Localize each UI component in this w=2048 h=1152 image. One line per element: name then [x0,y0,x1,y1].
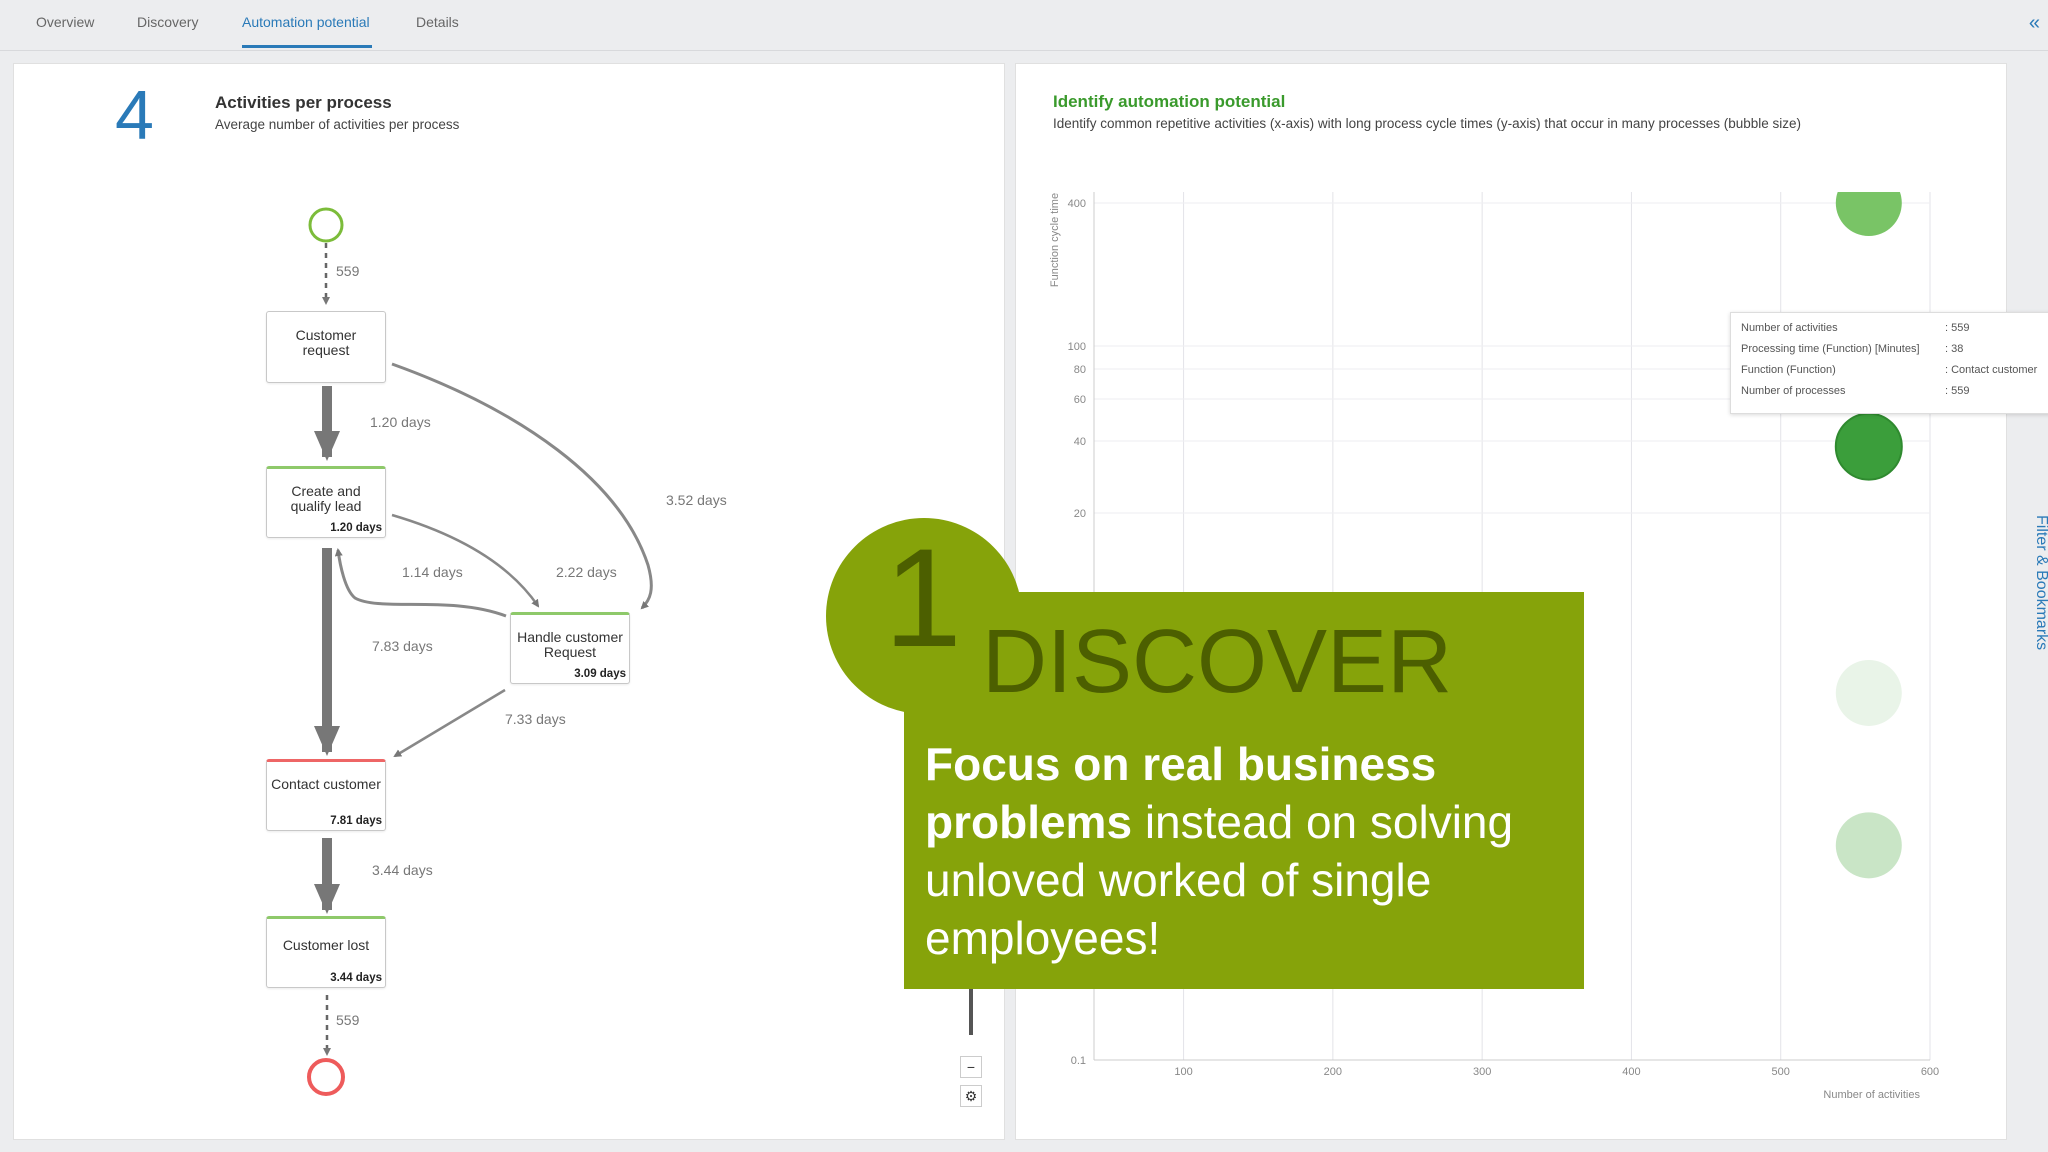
tooltip-label: Function (Function) [1741,364,1836,376]
chart-tooltip: Number of activities : 559 Processing ti… [1730,312,2048,414]
bubble-point [1835,659,1902,726]
tooltip-row: Number of processes : 559 [1741,385,2045,401]
y-tick-label: 20 [1074,508,1086,520]
tooltip-label: Number of activities [1741,322,1838,334]
tooltip-label: Number of processes [1741,385,1846,397]
tooltip-row: Function (Function) : Contact customer [1741,364,2045,380]
y-tick-label: 40 [1074,436,1086,448]
x-axis-title: Number of activities [1823,1089,1920,1101]
tooltip-label: Processing time (Function) [Minutes] [1741,343,1920,355]
filter-bookmarks-tab[interactable]: Filter & Bookmarks [2020,515,2048,675]
y-tick-label: 100 [1068,341,1086,353]
y-tick-label: 60 [1074,394,1086,406]
overlay-heading: DISCOVER [982,612,1453,712]
tooltip-value: : 559 [1945,322,1970,334]
tooltip-value: : Contact customer [1945,364,2038,376]
x-tick-label: 100 [1174,1066,1192,1078]
tooltip-value: : 38 [1945,343,1964,355]
bubble-point [1834,412,1903,481]
bubble-point [1835,192,1902,236]
y-axis-title: Function cycle time [1049,193,1061,287]
tooltip-row: Number of activities : 559 [1741,322,2045,338]
tooltip-value: : 559 [1945,385,1970,397]
x-tick-label: 500 [1772,1066,1790,1078]
y-tick-label: 80 [1074,364,1086,376]
tooltip-row: Processing time (Function) [Minutes] : 3… [1741,343,2045,359]
x-tick-label: 400 [1622,1066,1640,1078]
x-tick-label: 600 [1921,1066,1939,1078]
overlay-text: Focus on real business problems instead … [925,735,1575,967]
x-tick-label: 300 [1473,1066,1491,1078]
y-tick-label: 400 [1068,198,1086,210]
x-tick-label: 200 [1324,1066,1342,1078]
bubble-point [1835,812,1902,879]
overlay-number: 1 [884,519,962,676]
y-tick-label: 0.1 [1071,1055,1086,1067]
